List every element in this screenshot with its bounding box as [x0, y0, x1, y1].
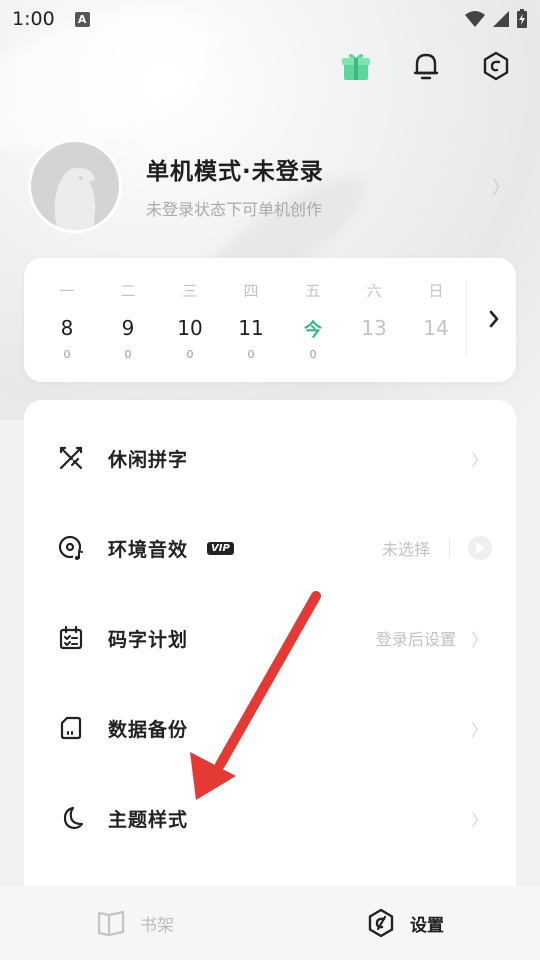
chevron-right-icon: 〉 [492, 178, 510, 199]
date-label: 14 [423, 316, 449, 340]
weekday-label: 五 [305, 282, 321, 300]
word-count: 0 [124, 348, 132, 361]
moon-icon [58, 805, 84, 831]
profile-subtitle: 未登录状态下可单机创作 [146, 200, 323, 219]
chevron-right-icon: 〉 [471, 450, 488, 471]
weekday-label: 六 [366, 282, 382, 300]
menu-item-casual-words[interactable]: 休闲拼字 〉 [24, 428, 516, 488]
play-icon [476, 542, 485, 554]
battery-icon [517, 9, 527, 28]
menu-label: 休闲拼字 [108, 448, 189, 471]
date-label: 11 [238, 316, 264, 340]
word-count: 0 [309, 348, 317, 361]
play-button[interactable] [468, 536, 492, 560]
status-bar: 1:00 A [0, 0, 540, 38]
signal-icon [493, 11, 509, 27]
top-actions [338, 48, 514, 84]
word-count: 0 [63, 348, 71, 361]
menu-item-data-backup[interactable]: 数据备份 〉 [24, 698, 516, 758]
status-time: 1:00 [12, 8, 55, 30]
menu-label: 数据备份 [108, 718, 189, 741]
menu-value: 登录后设置 [375, 630, 456, 649]
chevron-right-icon: 〉 [471, 630, 488, 651]
swords-icon [58, 445, 84, 471]
book-icon [97, 910, 125, 937]
menu-label: 码字计划 [108, 628, 189, 651]
weekday-label: 二 [120, 282, 136, 300]
settings-menu: 休闲拼字 〉 环境音效 VIP 未选择 码字计划 登录后设置 〉 数据备份 〉 … [24, 400, 516, 920]
settings-hex-icon[interactable] [478, 48, 514, 84]
profile-section[interactable]: 单机模式·未登录 未登录状态下可单机创作 〉 [28, 138, 518, 234]
date-label: 8 [60, 316, 74, 340]
vip-badge: VIP [207, 541, 234, 555]
menu-value: 未选择 [381, 540, 430, 559]
menu-label: 主题样式 [108, 808, 189, 831]
gift-icon[interactable] [338, 48, 374, 84]
date-label: 9 [121, 316, 135, 340]
menu-label: 环境音效 [108, 538, 189, 561]
tab-settings[interactable]: 设置 [270, 886, 540, 960]
calendar-divider [466, 280, 467, 356]
notification-badge: A [74, 11, 90, 27]
weekday-label: 一 [59, 282, 75, 300]
weekday-label: 日 [428, 282, 444, 300]
bottom-nav: 书架 设置 [0, 886, 540, 960]
calendar-card: 一 8 0 二 9 0 三 10 0 四 11 0 五 今 0 六 13 日 1… [24, 258, 516, 382]
weekday-label: 四 [243, 282, 259, 300]
menu-item-ambient-sound[interactable]: 环境音效 VIP 未选择 [24, 518, 516, 578]
word-count: 0 [186, 348, 194, 361]
tab-label: 设置 [410, 915, 444, 936]
menu-item-theme-style[interactable]: 主题样式 〉 [24, 788, 516, 848]
avatar[interactable] [28, 139, 122, 233]
bird-avatar-icon [54, 167, 96, 230]
menu-item-writing-plan[interactable]: 码字计划 登录后设置 〉 [24, 608, 516, 668]
weekday-label: 三 [182, 282, 198, 300]
tab-label: 书架 [140, 915, 174, 936]
settings-tab-icon [368, 908, 394, 938]
value-divider [449, 538, 450, 558]
date-label: 13 [361, 316, 387, 340]
date-label: 10 [177, 316, 203, 340]
tab-bookshelf[interactable]: 书架 [0, 886, 270, 960]
chevron-right-icon: 〉 [471, 720, 488, 741]
wifi-icon [465, 11, 485, 27]
today-label: 今 [304, 320, 322, 341]
word-count: 0 [247, 348, 255, 361]
bell-icon[interactable] [408, 48, 444, 84]
profile-name: 单机模式·未登录 [146, 159, 324, 185]
disc-music-icon [58, 535, 84, 561]
chevron-right-icon: 〉 [471, 810, 488, 831]
chevron-right-icon [489, 310, 499, 328]
calendar-check-icon [58, 625, 84, 651]
next-week-button[interactable] [482, 304, 506, 334]
sd-card-icon [58, 715, 84, 741]
